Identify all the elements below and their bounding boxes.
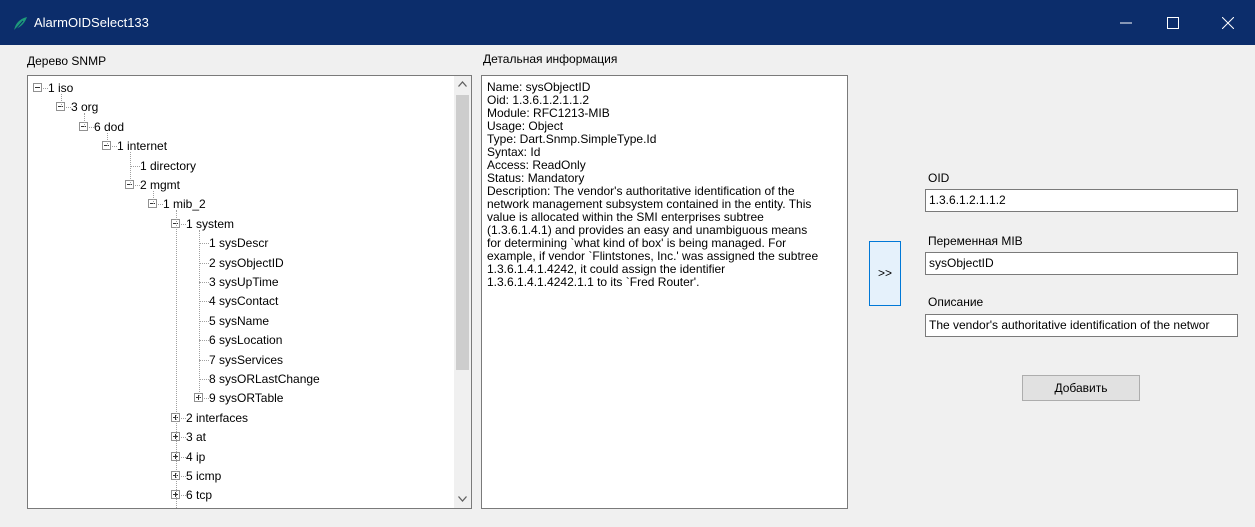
detail-line: Type: Dart.Snmp.SimpleType.Id — [487, 132, 657, 146]
tree-node[interactable]: 1 iso — [28, 79, 448, 97]
description-field[interactable]: The vendor's authoritative identificatio… — [925, 314, 1238, 337]
tree-connector — [199, 340, 209, 341]
tree-node[interactable]: 6 dod — [28, 118, 448, 136]
tree-node-label: 5 sysName — [209, 314, 270, 328]
tree-node-label: 1 internet — [117, 139, 168, 153]
tree-node[interactable]: 2 interfaces — [28, 409, 448, 427]
tree-connector — [199, 379, 209, 380]
tree-node-label: 8 sysORLastChange — [209, 372, 320, 386]
tree-node[interactable]: 1 mib_2 — [28, 195, 448, 213]
tree-node[interactable]: 3 sysUpTime — [28, 273, 448, 291]
tree-node[interactable]: 1 sysDescr — [28, 234, 448, 252]
tree-node[interactable]: 4 ip — [28, 448, 448, 466]
tree-node[interactable]: 2 mgmt — [28, 176, 448, 194]
tree-connector — [199, 263, 209, 264]
scroll-down-button[interactable] — [454, 491, 471, 508]
tree-panel-label: Дерево SNMP — [27, 54, 107, 68]
scroll-thumb[interactable] — [456, 95, 469, 370]
tree-node-label: 6 tcp — [186, 488, 213, 502]
tree-node-label: 2 sysObjectID — [209, 256, 284, 270]
tree-node-label: 3 sysUpTime — [209, 275, 279, 289]
description-label: Описание — [928, 295, 984, 309]
tree-node[interactable]: 3 org — [28, 98, 448, 116]
tree-node[interactable]: 1 directory — [28, 157, 448, 175]
tree-connector — [107, 133, 108, 146]
tree-node-label: 2 mgmt — [140, 178, 181, 192]
tree-node[interactable]: 5 icmp — [28, 467, 448, 485]
detail-line: 1.3.6.1.4.1.4242.1.1 to its `Fred Router… — [487, 275, 700, 289]
title-bar: AlarmOIDSelect133 — [0, 0, 1255, 45]
tree-connector — [153, 191, 154, 204]
tree-node-label: 2 interfaces — [186, 411, 249, 425]
tree-node-label: 4 ip — [186, 450, 206, 464]
detail-panel-label: Детальная информация — [483, 52, 618, 66]
minimize-icon — [1120, 22, 1132, 24]
add-button[interactable]: Добавить — [1022, 375, 1140, 401]
close-icon — [1222, 17, 1234, 29]
tree-connector — [199, 321, 209, 322]
tree-connector — [176, 210, 177, 508]
maximize-icon — [1167, 17, 1179, 29]
minimize-button[interactable] — [1103, 0, 1149, 45]
window-title: AlarmOIDSelect133 — [34, 15, 149, 30]
tree-connector — [199, 243, 209, 244]
oid-label: OID — [928, 171, 950, 185]
tree-node-label: 1 directory — [140, 159, 197, 173]
tree-node[interactable]: 9 sysORTable — [28, 389, 448, 407]
tree-node-label: 1 system — [186, 217, 235, 231]
tree-node[interactable]: 1 system — [28, 215, 448, 233]
tree-node[interactable]: 7 sysServices — [28, 351, 448, 369]
tree-scrollbar[interactable] — [454, 76, 471, 508]
tree-connector — [199, 301, 209, 302]
tree-connector — [84, 113, 85, 127]
chevron-up-icon — [458, 81, 467, 87]
tree-node-label: 6 sysLocation — [209, 333, 283, 347]
tree-node[interactable]: 2 sysObjectID — [28, 254, 448, 272]
tree-node[interactable]: 8 sysORLastChange — [28, 370, 448, 388]
tree-node-label: 7 sysServices — [209, 353, 284, 367]
maximize-button[interactable] — [1150, 0, 1196, 45]
chevron-down-icon — [458, 496, 467, 502]
tree-content: 1 iso 3 org 6 dod 1 internet 1 directory 2 mg… — [28, 76, 456, 508]
tree-node[interactable]: 6 tcp — [28, 486, 448, 504]
tree-node-label: 4 sysContact — [209, 294, 279, 308]
tree-node-label: 1 mib_2 — [163, 197, 206, 211]
tree-connector — [199, 360, 209, 361]
tree-connector — [130, 152, 131, 185]
tree-node[interactable]: 3 at — [28, 428, 448, 446]
transfer-button[interactable]: >> — [869, 241, 901, 306]
mib-variable-field[interactable]: sysObjectID — [925, 252, 1238, 275]
tree-node[interactable]: 1 internet — [28, 137, 448, 155]
tree-node[interactable]: 6 sysLocation — [28, 331, 448, 349]
tree-node[interactable]: 5 sysName — [28, 312, 448, 330]
tree-node-label: 9 sysORTable — [209, 391, 284, 405]
tree-node[interactable]: 4 sysContact — [28, 292, 448, 310]
tree-node-label: 6 dod — [94, 120, 125, 134]
collapse-icon[interactable] — [33, 83, 42, 92]
oid-field[interactable]: 1.3.6.1.2.1.1.2 — [925, 189, 1238, 212]
tree-connector — [130, 166, 140, 167]
detail-info-box[interactable]: Name: sysObjectID Oid: 1.3.6.1.2.1.1.2 M… — [481, 75, 848, 509]
tree-node-label: 5 icmp — [186, 469, 222, 483]
close-button[interactable] — [1205, 0, 1251, 45]
tree-connector — [199, 282, 209, 283]
mib-variable-label: Переменная MIB — [928, 234, 1023, 248]
app-leaf-icon — [12, 16, 28, 32]
tree-connector — [199, 230, 200, 398]
tree-node-label: 1 sysDescr — [209, 236, 269, 250]
scroll-up-button[interactable] — [454, 76, 471, 93]
snmp-tree[interactable]: 1 iso 3 org 6 dod 1 internet 1 directory 2 mg… — [27, 75, 472, 509]
tree-node-label: 3 at — [186, 430, 207, 444]
tree-connector — [61, 94, 62, 107]
